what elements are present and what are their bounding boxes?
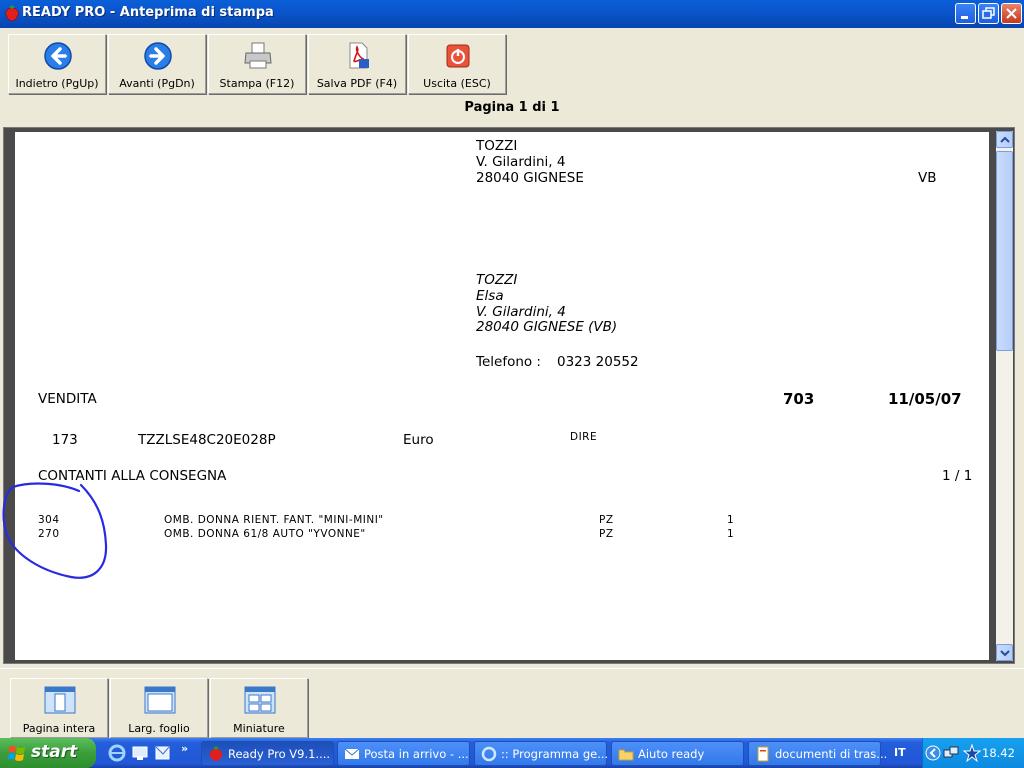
page-width-button[interactable]: Larg. foglio <box>110 678 208 738</box>
scroll-up-button[interactable] <box>996 131 1013 148</box>
destination-first-name: Elsa <box>476 288 504 304</box>
customer-code: 173 <box>52 432 78 448</box>
star-icon[interactable] <box>963 744 981 762</box>
full-page-button[interactable]: Pagina intera <box>10 678 108 738</box>
taskbar: start » Ready Pro V9.1.... Posta in arri… <box>0 738 1024 768</box>
browser-icon <box>481 746 497 762</box>
task-program[interactable]: :: Programma ge... <box>474 741 609 766</box>
currency: Euro <box>403 432 434 448</box>
line-unit: PZ <box>599 514 614 526</box>
save-pdf-button[interactable]: Salva PDF (F4) <box>308 34 406 94</box>
print-preview-area: TOZZI V. Gilardini, 4 28040 GIGNESE VB T… <box>2 127 1015 664</box>
save-pdf-label: Salva PDF (F4) <box>316 77 398 90</box>
annotation-circle <box>2 482 108 579</box>
task-label: documenti di tras... <box>775 747 888 761</box>
page-width-label: Larg. foglio <box>128 722 190 735</box>
task-label: Aiuto ready <box>638 747 705 761</box>
task-label: Posta in arrivo - ... <box>364 747 469 761</box>
pdf-icon <box>349 42 369 69</box>
scroll-thumb[interactable] <box>996 151 1013 351</box>
destination-street: V. Gilardini, 4 <box>476 304 566 320</box>
line-qty: 1 <box>727 514 735 526</box>
transport: DIRE <box>570 431 598 443</box>
printer-icon <box>244 42 272 69</box>
vertical-scrollbar[interactable] <box>996 131 1013 661</box>
recipient-province: VB <box>918 170 937 186</box>
document-date: 11/05/07 <box>888 390 962 408</box>
task-label: :: Programma ge... <box>501 747 609 761</box>
full-page-label: Pagina intera <box>22 722 96 735</box>
language-indicator[interactable]: IT <box>894 746 906 759</box>
document-icon <box>757 746 769 762</box>
thumbnails-label: Miniature <box>233 722 285 735</box>
arrow-left-icon <box>44 42 72 70</box>
back-label: Indietro (PgUp) <box>15 77 99 90</box>
full-page-icon <box>44 686 76 714</box>
toolbar: Indietro (PgUp) Avanti (PgDn) Stampa (F1… <box>0 28 1024 98</box>
line-description: OMB. DONNA RIENT. FANT. "MINI-MINI" <box>164 514 384 526</box>
line-description: OMB. DONNA 61/8 AUTO "YVONNE" <box>164 528 366 540</box>
power-icon <box>446 44 470 68</box>
document-type: VENDITA <box>38 391 97 407</box>
print-label: Stampa (F12) <box>219 77 295 90</box>
task-label: Ready Pro V9.1.... <box>228 747 331 761</box>
line-unit: PZ <box>599 528 614 540</box>
forward-label: Avanti (PgDn) <box>119 77 195 90</box>
windows-logo-icon <box>8 746 25 761</box>
thumbnails-icon <box>244 686 276 714</box>
internet-explorer-icon[interactable] <box>108 744 126 762</box>
tray-chevron-icon[interactable] <box>925 745 941 761</box>
arrow-right-icon <box>144 42 172 70</box>
page-indicator: Pagina 1 di 1 <box>464 100 560 115</box>
page-count: 1 / 1 <box>942 468 973 484</box>
task-documents[interactable]: documenti di tras... <box>748 741 887 766</box>
close-button[interactable] <box>1001 3 1022 24</box>
restore-icon <box>982 7 995 19</box>
task-ready-pro[interactable]: Ready Pro V9.1.... <box>201 741 334 766</box>
task-inbox[interactable]: Posta in arrivo - ... <box>337 741 470 766</box>
exit-button[interactable]: Uscita (ESC) <box>408 34 506 94</box>
chevron-down-icon <box>1000 650 1010 657</box>
title-bar: READY PRO - Anteprima di stampa <box>0 0 1024 28</box>
destination-city: 28040 GIGNESE (VB) <box>476 319 618 335</box>
document-number: 703 <box>783 390 815 408</box>
phone-label: Telefono : <box>476 354 541 370</box>
line-qty: 1 <box>727 528 735 540</box>
quicklaunch-expand-icon[interactable]: » <box>181 742 188 755</box>
task-help-folder[interactable]: Aiuto ready <box>611 741 744 766</box>
exit-label: Uscita (ESC) <box>423 77 491 90</box>
folder-icon <box>618 749 634 761</box>
zoom-toolbar: Pagina intera Larg. foglio Miniature <box>0 668 1024 740</box>
window-title: READY PRO - Anteprima di stampa <box>22 5 274 20</box>
recipient-street: V. Gilardini, 4 <box>476 154 566 170</box>
strawberry-icon <box>5 5 19 22</box>
mail-icon <box>344 748 360 759</box>
outlook-icon[interactable] <box>154 744 172 762</box>
page-width-icon <box>144 686 176 714</box>
tax-code: TZZLSE48C20E028P <box>138 432 276 448</box>
desktop-icon[interactable] <box>131 744 149 762</box>
restore-button[interactable] <box>978 3 999 24</box>
chevron-up-icon <box>1000 136 1010 143</box>
phone-value: 0323 20552 <box>557 354 639 370</box>
recipient-name: TOZZI <box>476 138 518 154</box>
minimize-icon <box>961 16 968 19</box>
start-button[interactable]: start <box>0 738 96 768</box>
recipient-city: 28040 GIGNESE <box>476 170 584 186</box>
document-page: TOZZI V. Gilardini, 4 28040 GIGNESE VB T… <box>15 132 989 660</box>
forward-button[interactable]: Avanti (PgDn) <box>108 34 206 94</box>
start-label: start <box>31 742 78 762</box>
print-button[interactable]: Stampa (F12) <box>208 34 306 94</box>
back-button[interactable]: Indietro (PgUp) <box>8 34 106 94</box>
strawberry-icon <box>209 746 223 761</box>
network-icon[interactable] <box>943 745 959 761</box>
destination-name: TOZZI <box>476 272 518 288</box>
scroll-down-button[interactable] <box>996 644 1013 661</box>
thumbnails-button[interactable]: Miniature <box>210 678 308 738</box>
close-icon <box>1006 8 1017 19</box>
minimize-button[interactable] <box>955 3 976 24</box>
clock: 18.42 <box>982 746 1015 760</box>
